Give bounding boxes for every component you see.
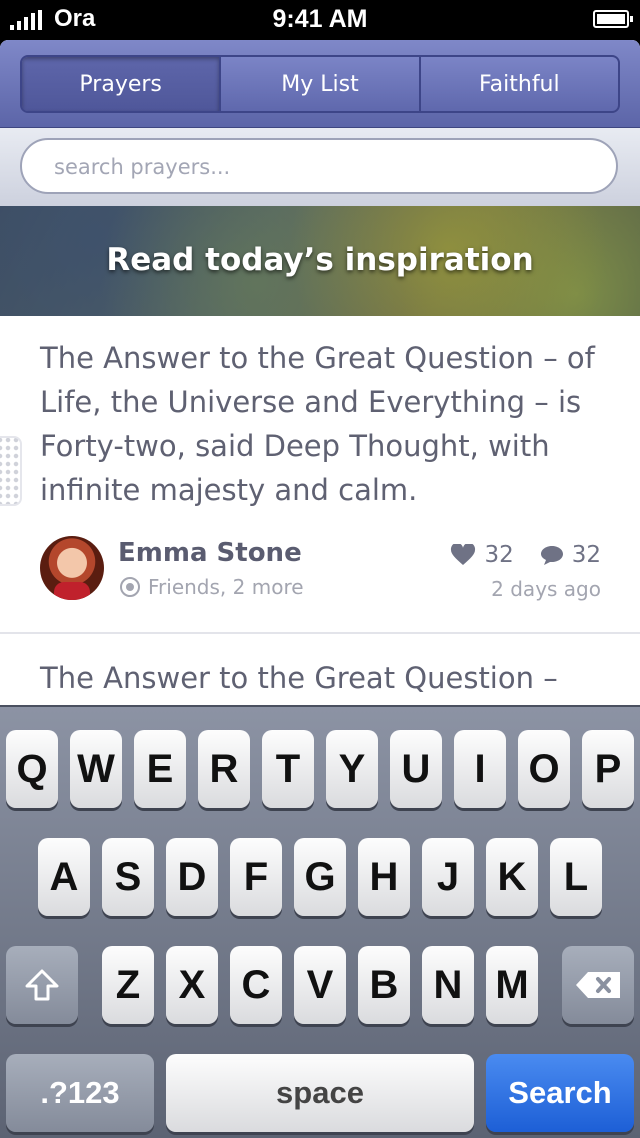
key-t[interactable]: T xyxy=(262,730,314,808)
tab-my-list[interactable]: My List xyxy=(219,57,418,111)
backspace-key[interactable] xyxy=(562,946,634,1024)
key-u[interactable]: U xyxy=(390,730,442,808)
audience-label: Friends, 2 more xyxy=(120,575,304,599)
search-field[interactable] xyxy=(20,138,618,194)
heart-icon[interactable] xyxy=(450,544,476,566)
post-stats: 32 32 xyxy=(450,542,601,568)
prayer-card[interactable]: The Answer to the Great Question – of Li… xyxy=(0,316,640,634)
prayer-text: The Answer to the Great Question – of Li… xyxy=(40,341,595,507)
key-i[interactable]: I xyxy=(454,730,506,808)
key-w[interactable]: W xyxy=(70,730,122,808)
key-s[interactable]: S xyxy=(102,838,154,916)
key-n[interactable]: N xyxy=(422,946,474,1024)
key-c[interactable]: C xyxy=(230,946,282,1024)
comment-icon[interactable] xyxy=(540,544,564,566)
tab-prayers[interactable]: Prayers xyxy=(22,57,220,111)
clock: 9:41 AM xyxy=(272,5,368,33)
avatar[interactable] xyxy=(40,536,104,600)
shift-icon xyxy=(25,969,59,1001)
key-f[interactable]: F xyxy=(230,838,282,916)
key-y[interactable]: Y xyxy=(326,730,378,808)
comment-count: 32 xyxy=(571,542,601,568)
banner-title: Read today’s inspiration xyxy=(106,242,534,278)
key-x[interactable]: X xyxy=(166,946,218,1024)
visibility-icon xyxy=(120,577,140,597)
key-m[interactable]: M xyxy=(486,946,538,1024)
prayer-card[interactable]: The Answer to the Great Question – xyxy=(0,634,640,705)
key-v[interactable]: V xyxy=(294,946,346,1024)
key-r[interactable]: R xyxy=(198,730,250,808)
nav-bar: Prayers My List Faithful xyxy=(0,40,640,128)
author-name[interactable]: Emma Stone xyxy=(118,538,302,568)
post-date: 2 days ago xyxy=(491,577,601,601)
search-bar xyxy=(0,128,640,206)
numbers-key[interactable]: .?123 xyxy=(6,1054,154,1132)
key-d[interactable]: D xyxy=(166,838,218,916)
key-e[interactable]: E xyxy=(134,730,186,808)
like-count: 32 xyxy=(484,542,514,568)
battery-icon xyxy=(593,10,633,28)
prayer-text: The Answer to the Great Question – xyxy=(40,661,558,695)
inspiration-banner[interactable]: Read today’s inspiration xyxy=(0,206,640,316)
key-g[interactable]: G xyxy=(294,838,346,916)
key-b[interactable]: B xyxy=(358,946,410,1024)
shift-key[interactable] xyxy=(6,946,78,1024)
key-a[interactable]: A xyxy=(38,838,90,916)
prayer-feed: The Answer to the Great Question – of Li… xyxy=(0,316,640,705)
key-o[interactable]: O xyxy=(518,730,570,808)
key-z[interactable]: Z xyxy=(102,946,154,1024)
status-bar: Ora 9:41 AM xyxy=(0,0,640,40)
space-key[interactable]: space xyxy=(166,1054,474,1132)
key-k[interactable]: K xyxy=(486,838,538,916)
key-l[interactable]: L xyxy=(550,838,602,916)
key-h[interactable]: H xyxy=(358,838,410,916)
keyboard: Q W E R T Y U I O P A S D F G H J K L Z … xyxy=(0,705,640,1138)
audience-text: Friends, 2 more xyxy=(148,575,304,599)
drag-handle-icon[interactable] xyxy=(0,436,22,506)
segmented-control: Prayers My List Faithful xyxy=(20,55,620,113)
app-window: Prayers My List Faithful Read today’s in… xyxy=(0,40,640,705)
search-input[interactable] xyxy=(52,140,596,194)
backspace-icon xyxy=(576,972,620,998)
key-q[interactable]: Q xyxy=(6,730,58,808)
search-key[interactable]: Search xyxy=(486,1054,634,1132)
key-p[interactable]: P xyxy=(582,730,634,808)
tab-faithful[interactable]: Faithful xyxy=(418,57,618,111)
key-j[interactable]: J xyxy=(422,838,474,916)
